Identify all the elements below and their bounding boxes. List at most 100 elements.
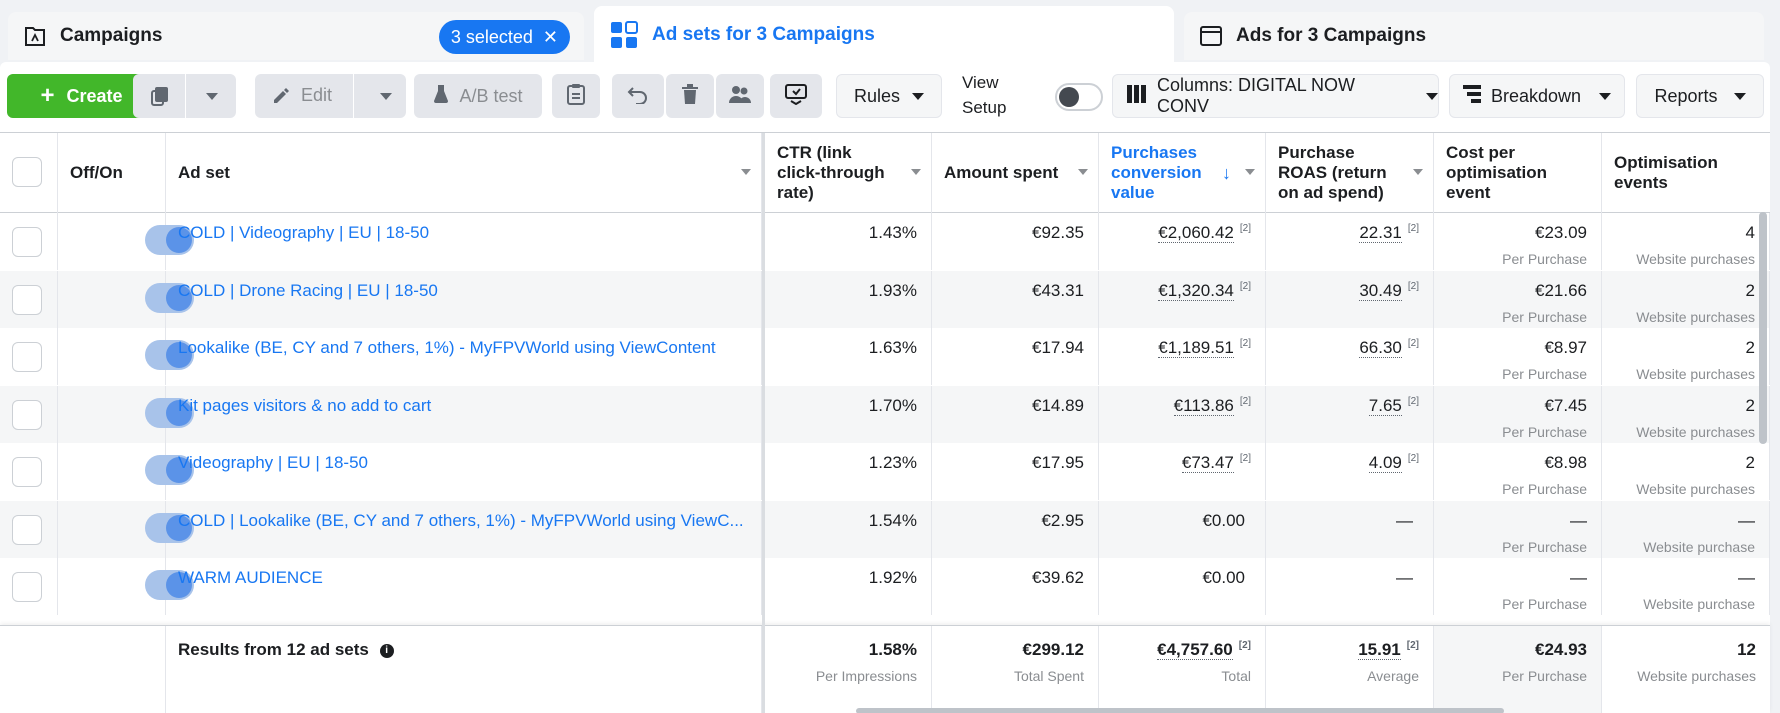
header-adset[interactable]: Ad set <box>166 133 762 213</box>
cell-oe-sub: Website purchases <box>1636 366 1755 382</box>
cell-ctr: 1.93% <box>765 270 932 328</box>
columns-dropdown[interactable]: Columns: DIGITAL NOW CONV <box>1112 74 1439 118</box>
pencil-icon <box>271 86 291 111</box>
table-row[interactable]: WARM AUDIENCE 1.92% €39.62 €0.00 — — Per Purch… <box>0 558 1770 616</box>
row-checkbox[interactable] <box>12 514 42 545</box>
row-checkbox[interactable] <box>12 227 42 257</box>
cell-roas-value[interactable]: — <box>1396 568 1413 587</box>
table-row[interactable]: Kit pages visitors & no add to cart 1.70%… <box>0 385 1770 443</box>
horizontal-scrollbar[interactable] <box>856 708 1504 713</box>
header-purchases-conversion-value[interactable]: Purchases conversion value ↓ <box>1099 133 1266 213</box>
reports-chevron-icon <box>1733 92 1746 100</box>
header-purchase-roas[interactable]: Purchase ROAS (return on ad spend) <box>1266 133 1434 213</box>
table-row[interactable]: COLD | Lookalike (BE, CY and 7 others, 1… <box>0 500 1770 558</box>
header-cpoe-label: Cost per optimisation event <box>1446 143 1548 202</box>
cell-roas-value[interactable]: 30.49 <box>1359 280 1402 301</box>
footer-pcv-value[interactable]: €4,757.60 <box>1157 640 1233 660</box>
row-checkbox[interactable] <box>12 342 42 372</box>
adset-name-link[interactable]: WARM AUDIENCE <box>178 568 747 588</box>
cell-roas-value[interactable]: — <box>1396 511 1413 530</box>
sort-chevron-icon[interactable] <box>1245 169 1255 175</box>
cell-spent: €17.95 <box>932 443 1099 500</box>
sort-chevron-icon[interactable] <box>911 169 921 175</box>
cell-pcv-value[interactable]: €1,189.51 <box>1158 338 1234 358</box>
row-toggle-cell <box>58 558 194 615</box>
clipboard-button[interactable] <box>552 74 600 118</box>
audience-button[interactable] <box>716 74 764 118</box>
cell-pcv-value[interactable]: €0.00 <box>1202 511 1245 530</box>
table-body: COLD | Videography | EU | 18-50 1.43% €92.… <box>0 213 1770 625</box>
tab-adsets[interactable]: Ad sets for 3 Campaigns <box>594 6 1174 64</box>
cell-cpoe-value: €23.09 <box>1535 223 1587 242</box>
tab-ads[interactable]: Ads for 3 Campaigns <box>1184 12 1764 60</box>
cell-pcv: €113.86 [2] <box>1099 385 1266 443</box>
cell-roas-value[interactable]: 22.31 <box>1359 223 1402 243</box>
adset-name-link[interactable]: Videography | EU | 18-50 <box>178 453 747 473</box>
cell-oe-sub: Website purchases <box>1636 423 1755 440</box>
footer-ctr-sub: Per Impressions <box>815 668 917 684</box>
vertical-scrollbar[interactable] <box>1759 212 1767 444</box>
ads-manager: Campaigns 3 selected ✕ Ad sets for 3 Cam… <box>0 0 1780 713</box>
cell-ctr-value: 1.43% <box>868 223 917 242</box>
rules-label: Rules <box>853 85 901 106</box>
row-checkbox[interactable] <box>12 457 42 487</box>
undo-button[interactable] <box>612 74 664 118</box>
adset-name-link[interactable]: COLD | Drone Racing | EU | 18-50 <box>178 281 747 301</box>
cell-roas-value[interactable]: 66.30 <box>1359 338 1402 358</box>
ab-test-button[interactable]: A/B test <box>414 74 542 118</box>
duplicate-dropdown-icon[interactable] <box>206 93 218 100</box>
sort-chevron-icon[interactable] <box>1413 169 1423 175</box>
breakdown-dropdown[interactable]: Breakdown <box>1449 74 1625 118</box>
cell-roas-value[interactable]: 4.09 <box>1368 453 1402 473</box>
header-amount-spent[interactable]: Amount spent <box>932 133 1099 213</box>
sort-descending-icon[interactable]: ↓ <box>1222 163 1231 183</box>
table-row[interactable]: COLD | Drone Racing | EU | 18-50 1.93% €43… <box>0 270 1770 328</box>
edit-dropdown-icon[interactable] <box>380 93 392 100</box>
info-icon[interactable]: i <box>379 643 394 658</box>
sort-chevron-icon[interactable] <box>1078 169 1088 175</box>
header-optimisation-events[interactable]: Optimisation events <box>1602 133 1770 213</box>
edit-button[interactable]: Edit <box>255 74 406 118</box>
adset-name-link[interactable]: Lookalike (BE, CY and 7 others, 1%) - My… <box>178 338 747 358</box>
cell-pcv-value[interactable]: €73.47 <box>1181 453 1234 473</box>
row-toggle-cell <box>58 328 194 385</box>
frozen-column-divider[interactable] <box>762 133 765 713</box>
footer-spent: €299.12 Total Spent <box>932 626 1099 713</box>
cell-ctr-value: 1.63% <box>868 338 917 357</box>
cell-roas-value[interactable]: 7.65 <box>1368 395 1402 416</box>
delete-button[interactable] <box>666 74 714 118</box>
view-setup-toggle[interactable] <box>1055 83 1103 111</box>
reports-dropdown[interactable]: Reports <box>1636 74 1764 118</box>
cell-cpoe-sub: Per Purchase <box>1502 596 1587 612</box>
cell-cpoe: €7.45 Per Purchase <box>1434 385 1602 443</box>
row-checkbox[interactable] <box>12 284 42 315</box>
sort-chevron-icon[interactable] <box>741 169 751 175</box>
footer-oe: 12 Website purchases <box>1602 626 1770 713</box>
adset-name-link[interactable]: COLD | Lookalike (BE, CY and 7 others, 1… <box>178 511 747 531</box>
row-checkbox[interactable] <box>12 399 42 430</box>
cell-pcv-sup: [2] <box>1239 453 1251 465</box>
footer-results-label: Results from 12 ad sets i <box>166 626 762 713</box>
cell-pcv-value[interactable]: €113.86 <box>1173 395 1234 416</box>
header-ctr[interactable]: CTR (link click-through rate) <box>765 133 932 213</box>
row-checkbox[interactable] <box>12 572 42 602</box>
header-oe-label: Optimisation events <box>1614 153 1718 192</box>
table-row[interactable]: COLD | Videography | EU | 18-50 1.43% €92.… <box>0 213 1770 271</box>
selected-badge[interactable]: 3 selected ✕ <box>438 20 570 54</box>
adset-name-link[interactable]: Kit pages visitors & no add to cart <box>178 396 747 416</box>
tab-campaigns[interactable]: Campaigns 3 selected ✕ <box>8 12 584 60</box>
select-all-checkbox[interactable] <box>12 157 42 187</box>
preview-button[interactable] <box>770 74 822 118</box>
cell-pcv-value[interactable]: €2,060.42 <box>1158 223 1234 243</box>
header-cost-per-optimisation-event[interactable]: Cost per optimisation event <box>1434 133 1602 213</box>
clear-selection-icon[interactable]: ✕ <box>543 27 558 48</box>
cell-pcv-value[interactable]: €0.00 <box>1202 568 1245 587</box>
adset-name-link[interactable]: COLD | Videography | EU | 18-50 <box>178 223 747 243</box>
cell-cpoe-value: €8.98 <box>1544 453 1587 472</box>
table-row[interactable]: Videography | EU | 18-50 1.23% €17.95 €73.4… <box>0 443 1770 501</box>
footer-roas-value[interactable]: 15.91 <box>1358 640 1401 660</box>
footer-ctr: 1.58% Per Impressions <box>765 626 932 713</box>
table-row[interactable]: Lookalike (BE, CY and 7 others, 1%) - My… <box>0 328 1770 386</box>
cell-pcv-value[interactable]: €1,320.34 <box>1158 280 1234 301</box>
rules-dropdown[interactable]: Rules <box>836 74 942 118</box>
